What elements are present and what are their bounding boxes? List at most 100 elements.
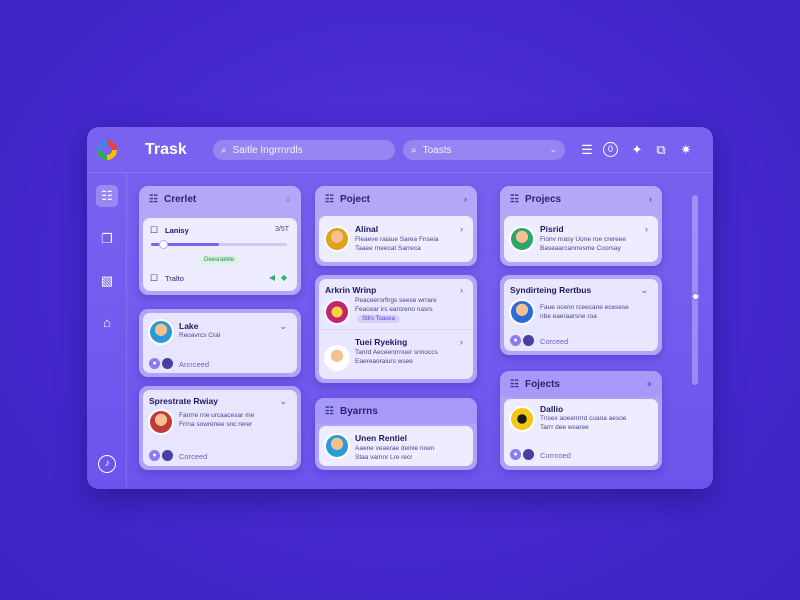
chevron-right-icon[interactable]: › [645,224,648,234]
avatar [509,226,535,252]
task-card-body: Arkrin Wrinp › Peaceerorfirgs seese wrra… [319,279,473,379]
task-card-body: Lake Reoavrcs Cral ⌄ ● Arcrceed [143,313,297,373]
filter-select[interactable]: ⌕ Toasts ⌄ [403,140,565,160]
clipboard-icon: ☷ [510,378,519,390]
task-card[interactable]: Arkrin Wrinp › Peaceerorfirgs seese wrra… [315,275,477,383]
task-card-body: Dallio Tnsex aoeemrrd cuaoa aesoe Tarrr … [504,399,658,466]
task-card[interactable]: Lake Reoavrcs Cral ⌄ ● Arcrceed [139,309,301,377]
task-title: Dallio [540,404,564,414]
puzzle-icon[interactable]: ✦ [628,141,646,159]
section-title: Byarrns [339,405,378,417]
chevron-right-icon[interactable]: › [464,194,467,204]
section-title: Fojects [524,378,560,390]
task-title: Lake [179,321,199,331]
avatar [148,319,174,345]
scrollbar[interactable] [692,195,698,385]
avatar [324,345,350,371]
progress-track [151,240,287,249]
card-projects[interactable]: ☷ Projecs › Pisrid Fionv rnasy Uone roe … [500,186,662,266]
progress-panel: ☐ Lanisy 3/5T Deesrakkte ☐ Tralto ◀ ◆ [143,218,297,291]
chevron-down-icon: ⌄ [549,144,557,154]
task-subtitle: Tanrd Aeceenrrnuer snnoccs Eaereaoraiurs… [355,349,438,365]
task-subtitle: Peaceerorfirgs seese wrrare Feacear irs … [355,297,437,313]
assignee-icon: ● [149,450,160,461]
avatar-small [523,335,534,346]
task-footer: Corceed [179,452,208,461]
check-icon: ◆ [280,273,287,282]
progress-title: Lanisy [165,226,189,235]
avatar [509,406,535,432]
task-subtitle: Fionv rnasy Uone roe crereee Baseaarcanr… [540,236,626,252]
task-title: Pisrid [540,224,564,234]
task-title: Syndirteing Rertbus [510,285,592,295]
chevron-right-icon[interactable]: › [460,224,463,234]
clipboard-icon: ☷ [325,405,334,417]
task-subtitle: Reoavrcs Cral [179,332,221,339]
section-header: ☷ Byarrns [315,398,477,424]
avatar [324,226,350,252]
card-overview[interactable]: ☷ Crerlet ○ ☐ Lanisy 3/5T Deesrakkte ☐ T… [139,186,301,295]
section-header: ☷ Fojects + [500,371,662,397]
app-window: Trask ⌕ Saitle Ingrrnrdls ⌕ Toasts ⌄ ☰ 0… [87,127,713,489]
scrollbar-thumb[interactable] [691,292,700,301]
task-card[interactable]: Sprestrate Rwiay ⌄ Fanrre rne urcaacesar… [139,386,301,470]
avatar-small [162,358,173,369]
assignee-icon: ● [149,358,160,369]
tag-icon: ◀ [268,273,275,282]
task-footer: Arcrceed [179,360,210,369]
assignee-icon: ● [510,335,521,346]
chevron-down-icon[interactable]: ⌄ [640,285,648,296]
task-footer: Corceed [540,337,569,346]
sidebar-item-documents[interactable]: ❐ [96,228,118,250]
app-title: Trask [145,141,187,158]
task-card-body: Syndirteing Rertbus ⌄ Faue ocenn rceecan… [504,279,658,351]
calendar-icon: ☐ [150,273,159,283]
avatar-small [523,449,534,460]
column-title: Crerlet [163,193,197,205]
sparkle-icon[interactable]: ✷ [677,141,695,159]
task-card-body: Pisrid Fionv rnasy Uone roe crereee Base… [504,216,658,262]
divider [319,329,473,330]
sidebar-item-help[interactable]: ♪ [98,455,116,473]
sidebar-item-home[interactable]: ⌂ [96,312,118,334]
progress-extra: Tralto [165,274,184,283]
calendar-icon: ☐ [150,225,159,235]
task-subtitle: Fleaeve raiaue Sarea Fnseia Taaee rneeca… [355,236,439,252]
task-card[interactable]: Syndirteing Rertbus ⌄ Faue ocenn rceecan… [500,275,662,355]
clipboard-icon: ☷ [510,193,519,205]
clipboard-icon: ☷ [149,193,158,205]
document-icon[interactable]: ☰ [578,141,596,159]
column-header: ☷ Poject › [315,186,477,212]
task-card-body: Alinal Fleaeve raiaue Sarea Fnseia Taaee… [319,216,473,262]
card-section[interactable]: ☷ Byarrns Unen Rentiel Aaene veaerae dei… [315,398,477,470]
info-icon[interactable]: 0 [603,142,618,157]
chevron-right-icon[interactable]: › [460,337,463,347]
settings-icon[interactable]: ○ [286,194,291,204]
add-icon[interactable]: + [647,379,652,389]
avatar [148,409,174,435]
gallery-icon[interactable]: ⧉ [652,141,670,159]
task-subtitle: Aaene veaerae deinie noen Staa vamnr Lre… [355,445,435,461]
card-section[interactable]: ☷ Fojects + Dallio Tnsex aoeemrrd cuaoa … [500,371,662,470]
task-title: Arkrin Wrinp [325,285,377,295]
chevron-right-icon[interactable]: › [649,194,652,204]
chevron-down-icon[interactable]: ⌄ [279,396,287,407]
search-input[interactable]: ⌕ Saitle Ingrrnrdls [213,140,395,160]
column-header: ☷ Crerlet ○ [139,186,301,212]
chevron-down-icon[interactable]: ⌄ [279,321,287,332]
top-bar: Trask ⌕ Saitle Ingrrnrdls ⌕ Toasts ⌄ ☰ 0… [87,127,713,173]
progress-handle[interactable] [159,240,168,249]
task-subtitle: Tnsex aoeemrrd cuaoa aesoe Tarrr dee wsa… [540,415,627,431]
sidebar-item-tasks[interactable]: ☷ [96,185,118,207]
chevron-right-icon[interactable]: › [460,285,463,295]
avatar [324,299,350,325]
task-title: Alinal [355,224,379,234]
card-project[interactable]: ☷ Poject › Alinal Fleaeve raiaue Sarea F… [315,186,477,266]
search-icon: ⌕ [411,144,417,156]
column-title: Poject [339,193,370,205]
column-header: ☷ Projecs › [500,186,662,212]
task-title: Unen Rentiel [355,433,407,443]
task-card-body: Unen Rentiel Aaene veaerae deinie noen S… [319,426,473,466]
task-subtitle: Fanrre rne urcaacesar me Frrna sowrenee … [179,412,255,428]
sidebar-item-projects[interactable]: ▧ [96,270,118,292]
